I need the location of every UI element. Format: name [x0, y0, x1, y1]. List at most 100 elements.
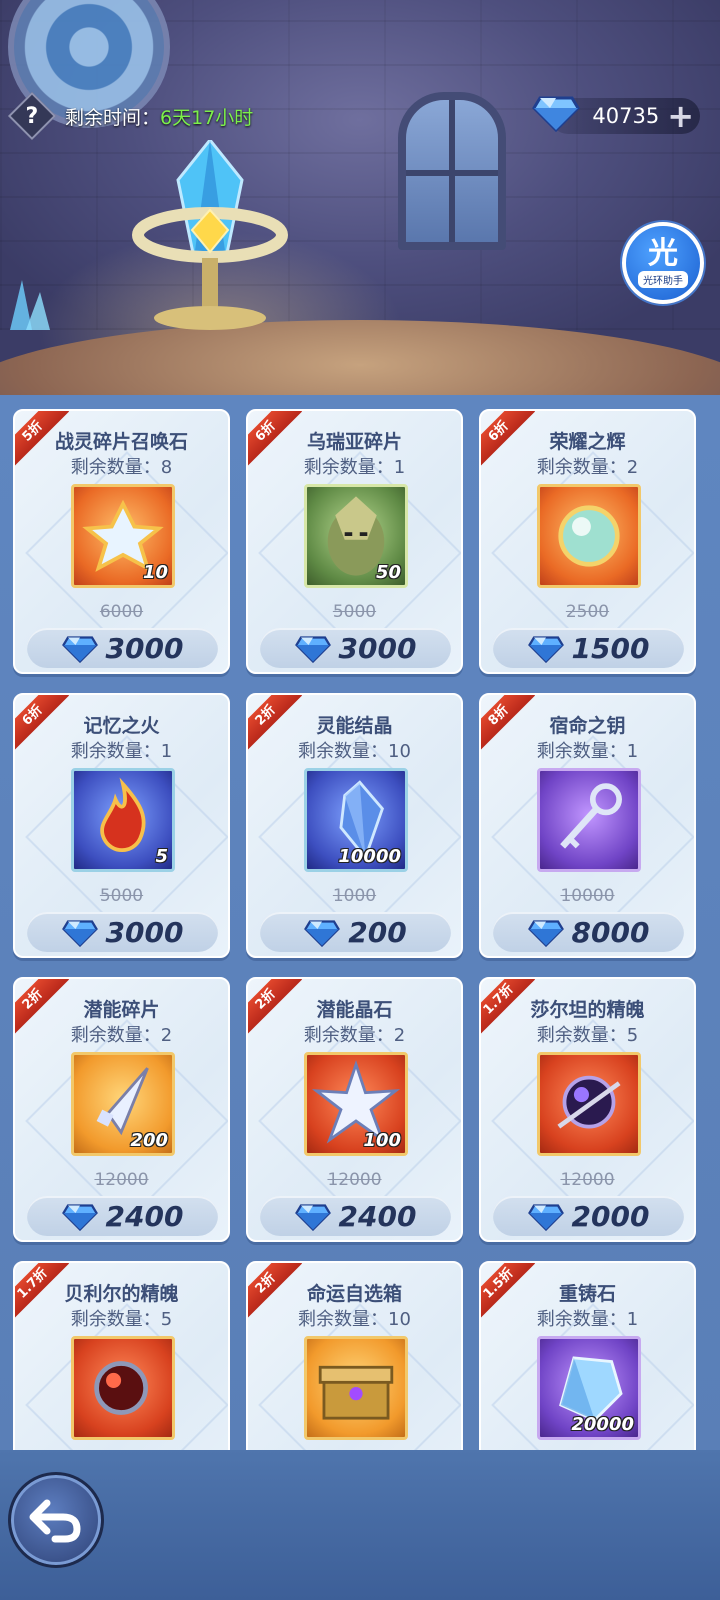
- diamond-icon: [532, 96, 580, 132]
- crystal-cluster-icon: [10, 280, 50, 330]
- item-quantity: 20000: [571, 1414, 634, 1435]
- shop-item-card[interactable]: 2折 潜能碎片 剩余数量：2 200 12000 2400: [13, 977, 230, 1242]
- shop-item-card[interactable]: 6折 荣耀之辉 剩余数量：2 2500 1500: [479, 409, 696, 674]
- buy-button[interactable]: 2400: [27, 1196, 218, 1236]
- buy-button[interactable]: 3000: [260, 628, 451, 668]
- buy-button[interactable]: 2400: [260, 1196, 451, 1236]
- sale-price: 8000: [571, 915, 650, 949]
- item-stock: 剩余数量：1: [536, 741, 639, 762]
- buy-button[interactable]: 200: [260, 912, 451, 952]
- original-price: 5000: [99, 886, 144, 906]
- item-quantity: 50: [375, 562, 401, 583]
- back-button[interactable]: [8, 1472, 104, 1568]
- glory-orb-icon: [558, 505, 620, 567]
- shop-item-card[interactable]: 1.5折 重铸石 剩余数量：1 20000: [479, 1261, 696, 1450]
- original-price: 6000: [99, 602, 144, 622]
- shop-item-card[interactable]: 6折 乌瑞亚碎片 剩余数量：1 50 5000 3000: [246, 409, 463, 674]
- item-image[interactable]: [537, 1052, 641, 1156]
- sale-price: 200: [348, 915, 407, 949]
- shop-item-card[interactable]: 1.7折 莎尔坦的精魄 剩余数量：5 12000 2000: [479, 977, 696, 1242]
- sale-price: 2400: [105, 1199, 184, 1233]
- item-quantity: 5: [155, 846, 168, 867]
- item-stock: 剩余数量：5: [536, 1025, 639, 1046]
- item-stock: 剩余数量：2: [70, 1025, 173, 1046]
- item-image[interactable]: [537, 484, 641, 588]
- diamond-icon: [61, 1204, 98, 1231]
- shop-item-card[interactable]: 2折 潜能晶石 剩余数量：2 100 12000 2400: [246, 977, 463, 1242]
- item-image[interactable]: 10: [71, 484, 175, 588]
- item-stock: 剩余数量：2: [536, 457, 639, 478]
- spirit-orb-red-icon: [94, 1361, 148, 1415]
- item-quantity: 10: [142, 562, 168, 583]
- diamond-balance: 40735 +: [532, 96, 700, 134]
- buy-button[interactable]: 1500: [493, 628, 684, 668]
- shop-item-card[interactable]: 5折 战灵碎片召唤石 剩余数量：8 10 6000 3000: [13, 409, 230, 674]
- item-image[interactable]: 200: [71, 1052, 175, 1156]
- item-stock: 剩余数量：1: [536, 1309, 639, 1330]
- halo-assistant-button[interactable]: 光 光环助手: [622, 222, 704, 304]
- diamond-icon: [304, 920, 341, 947]
- original-price: 10000: [560, 886, 615, 906]
- assistant-glyph: 光: [648, 235, 678, 271]
- add-diamond-button[interactable]: +: [667, 100, 694, 132]
- diamond-icon: [527, 1204, 564, 1231]
- item-image[interactable]: 10000: [304, 768, 408, 872]
- back-arrow-icon: [29, 1499, 81, 1543]
- shop-item-grid-panel[interactable]: 5折 战灵碎片召唤石 剩余数量：8 10 6000 3000 6折 乌瑞亚碎片 剩余数量：1 50…: [0, 395, 720, 1450]
- item-stock: 剩余数量：10: [298, 741, 411, 762]
- fate-chest-icon: [318, 1365, 394, 1420]
- crystal-pedestal-icon: [132, 140, 288, 330]
- shop-item-card[interactable]: 2折 灵能结晶 剩余数量：10 10000 1000 200: [246, 693, 463, 958]
- diamond-icon: [527, 636, 564, 663]
- item-image[interactable]: [71, 1336, 175, 1440]
- item-quantity: 100: [363, 1130, 401, 1151]
- destiny-key-icon: [560, 783, 622, 849]
- sale-price: 2400: [338, 1199, 417, 1233]
- spirit-orb-purple-icon: [557, 1075, 621, 1129]
- arched-window: [398, 92, 506, 250]
- diamond-icon: [61, 636, 98, 663]
- shop-banner-scene: [0, 0, 720, 420]
- original-price: 12000: [327, 1170, 382, 1190]
- shop-item-card[interactable]: 2折 命运自选箱 剩余数量：10: [246, 1261, 463, 1450]
- item-image[interactable]: 50: [304, 484, 408, 588]
- item-image[interactable]: [537, 768, 641, 872]
- item-stock: 剩余数量：10: [298, 1309, 411, 1330]
- sale-price: 2000: [571, 1199, 650, 1233]
- remaining-time-value: 6天17小时: [160, 106, 254, 129]
- buy-button[interactable]: 3000: [27, 912, 218, 952]
- item-stock: 剩余数量：8: [70, 457, 173, 478]
- help-icon[interactable]: ?: [7, 91, 57, 141]
- diamond-icon: [294, 1204, 331, 1231]
- shop-item-card[interactable]: 6折 记忆之火 剩余数量：1 5 5000 3000: [13, 693, 230, 958]
- remaining-time-bar: ? 剩余时间： 6天17小时: [7, 91, 310, 141]
- item-image[interactable]: [304, 1336, 408, 1440]
- buy-button[interactable]: 2000: [493, 1196, 684, 1236]
- sale-price: 3000: [105, 631, 184, 665]
- buy-button[interactable]: 3000: [27, 628, 218, 668]
- shop-item-card[interactable]: 1.7折 贝利尔的精魄 剩余数量：5: [13, 1261, 230, 1450]
- item-stock: 剩余数量：1: [303, 457, 406, 478]
- sale-price: 3000: [338, 631, 417, 665]
- assistant-label: 光环助手: [638, 270, 688, 288]
- item-quantity: 200: [130, 1130, 168, 1151]
- item-image[interactable]: 100: [304, 1052, 408, 1156]
- original-price: 12000: [94, 1170, 149, 1190]
- sale-price: 3000: [105, 915, 184, 949]
- diamond-icon: [527, 920, 564, 947]
- diamond-balance-value: 40735: [592, 104, 660, 128]
- diamond-icon: [294, 636, 331, 663]
- item-stock: 剩余数量：1: [70, 741, 173, 762]
- item-image[interactable]: 20000: [537, 1336, 641, 1440]
- item-image[interactable]: 5: [71, 768, 175, 872]
- original-price: 5000: [332, 602, 377, 622]
- bottom-bar: [0, 1450, 720, 1600]
- remaining-time-label: 剩余时间：: [65, 106, 161, 129]
- item-quantity: 10000: [338, 846, 401, 867]
- item-stock: 剩余数量：5: [70, 1309, 173, 1330]
- diamond-icon: [61, 920, 98, 947]
- buy-button[interactable]: 8000: [493, 912, 684, 952]
- shop-item-card[interactable]: 8折 宿命之钥 剩余数量：1 10000 8000: [479, 693, 696, 958]
- original-price: 1000: [332, 886, 377, 906]
- original-price: 12000: [560, 1170, 615, 1190]
